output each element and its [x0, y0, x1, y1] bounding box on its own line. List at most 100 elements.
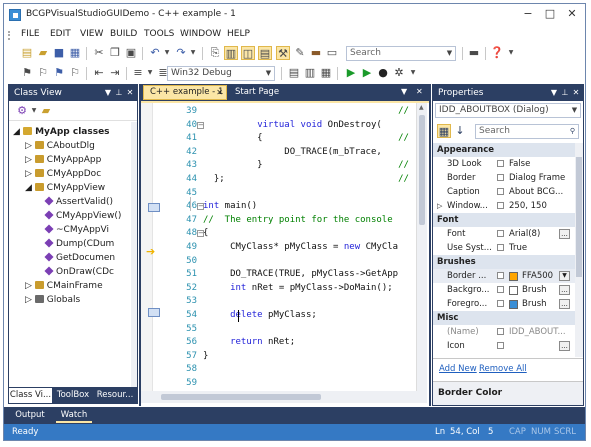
toolbox-case-icon[interactable]: ▬ — [309, 46, 323, 60]
redo-dropdown-icon[interactable]: ▼ — [186, 46, 200, 60]
tree-item[interactable]: AssertValid() — [44, 196, 113, 209]
tab-toolbox[interactable]: ToolBox — [54, 388, 92, 403]
scrollbar-thumb[interactable] — [576, 157, 582, 277]
remove-all-link[interactable]: Remove All — [479, 364, 527, 374]
property-row[interactable]: Border Dialog Frame — [433, 171, 581, 185]
bookmark-clear-icon[interactable]: ⚐ — [68, 66, 82, 80]
menu-help[interactable]: HELP — [227, 29, 250, 39]
build-config-combo[interactable]: Win32 Debug ▼ — [167, 66, 275, 81]
tab-cpp-example[interactable]: C++ example - 1 ✕ — [143, 85, 227, 100]
tab-output[interactable]: Output — [12, 408, 48, 423]
pin-icon[interactable]: ⊥ — [114, 85, 124, 101]
tree-item[interactable]: GetDocumen — [44, 252, 115, 265]
ellipsis-button[interactable]: ... — [559, 299, 570, 309]
tree-item[interactable]: ▷ CMainFrame — [25, 280, 103, 293]
copy-icon[interactable]: ❐ — [108, 46, 122, 60]
bookmark-next-icon[interactable]: ⚑ — [52, 66, 66, 80]
property-search-input[interactable]: Search ⚲ — [475, 124, 579, 139]
cut-icon[interactable]: ✂ — [92, 46, 106, 60]
class-view-icon[interactable]: ◫ — [241, 46, 255, 60]
property-row[interactable]: Use Syst... True — [433, 241, 581, 255]
compile-icon[interactable]: ▤ — [287, 66, 301, 80]
search-combo[interactable]: Search ▼ — [346, 46, 456, 61]
ellipsis-button[interactable]: ... — [559, 285, 570, 295]
minimize-button[interactable]: − — [518, 6, 538, 22]
category-brushes[interactable]: Brushes — [433, 255, 581, 269]
close-icon[interactable]: ✕ — [216, 86, 223, 99]
tab-start-page[interactable]: Start Page — [231, 85, 293, 100]
menu-edit[interactable]: EDIT — [50, 29, 71, 39]
rebuild-icon[interactable]: ▦ — [319, 66, 333, 80]
debug-icon[interactable]: ✲ — [392, 66, 406, 80]
menu-tools[interactable]: TOOLS — [144, 29, 174, 39]
close-icon[interactable]: ✕ — [125, 85, 135, 101]
tree-item[interactable]: Dump(CDum — [44, 238, 114, 251]
scrollbar-thumb[interactable] — [161, 394, 321, 400]
save-icon[interactable]: ■ — [52, 46, 66, 60]
alphabetical-icon[interactable]: ↓ — [453, 124, 467, 138]
property-row[interactable]: Backgro... Brush ... — [433, 283, 581, 297]
toolbox-icon[interactable]: ⚒ — [276, 46, 290, 60]
paste-icon[interactable]: ▣ — [124, 46, 138, 60]
scrollbar-thumb[interactable] — [419, 115, 425, 225]
vertical-scrollbar[interactable]: ▲ — [416, 103, 427, 391]
new-project-icon[interactable]: ▤ — [20, 46, 34, 60]
category-font[interactable]: Font — [433, 213, 581, 227]
stop-icon[interactable]: ● — [376, 66, 390, 80]
category-appearance[interactable]: Appearance — [433, 143, 581, 157]
tree-item[interactable]: ~CMyAppVi — [44, 224, 109, 237]
vertical-scrollbar[interactable] — [131, 122, 137, 387]
comment-dropdown-icon[interactable]: ▼ — [143, 66, 157, 80]
menu-window[interactable]: WINDOW — [180, 29, 221, 39]
debug-dropdown-icon[interactable]: ▼ — [406, 66, 420, 80]
property-row[interactable]: Foregro... Brush ... — [433, 297, 581, 311]
open-icon[interactable]: ▰ — [36, 46, 50, 60]
chevron-down-icon[interactable]: ▼ — [549, 85, 559, 101]
undo-dropdown-icon[interactable]: ▼ — [160, 46, 174, 60]
menu-build[interactable]: BUILD — [110, 29, 137, 39]
indent-icon[interactable]: ⇥ — [108, 66, 122, 80]
property-row[interactable]: 3D Look False — [433, 157, 581, 171]
expand-icon[interactable]: ▷ — [437, 199, 442, 213]
tab-watch[interactable]: Watch — [56, 408, 92, 423]
pin-icon[interactable]: ⊥ — [560, 85, 570, 101]
chevron-down-icon[interactable]: ▼ — [103, 85, 113, 101]
bookmark-prev-icon[interactable]: ⚐ — [36, 66, 50, 80]
bookmark-toggle-icon[interactable]: ⚑ — [20, 66, 34, 80]
save-all-icon[interactable]: ▦ — [68, 46, 82, 60]
chevron-down-icon[interactable]: ▼ — [559, 271, 570, 281]
tree-item[interactable]: ◢ MyApp classes — [13, 126, 110, 139]
chevron-down-icon[interactable]: ▼ — [401, 84, 407, 100]
new-folder-icon[interactable]: ▰ — [39, 104, 53, 118]
fold-toggle-icon[interactable]: − — [197, 230, 204, 238]
tree-item[interactable]: ▷ Globals — [25, 294, 80, 307]
ellipsis-button[interactable]: ... — [559, 229, 570, 239]
solution-explorer-icon[interactable]: ▥ — [224, 46, 238, 60]
add-new-link[interactable]: Add New — [439, 364, 477, 374]
run-icon[interactable]: ▶ — [360, 66, 374, 80]
tree-item[interactable]: ▷ CMyAppApp — [25, 154, 101, 167]
maximize-button[interactable]: □ — [540, 6, 560, 22]
build-icon[interactable]: ▥ — [303, 66, 317, 80]
property-row[interactable]: Caption About BCG... — [433, 185, 581, 199]
tools-icon[interactable]: ✎ — [293, 46, 307, 60]
close-button[interactable]: ✕ — [562, 6, 582, 22]
code-editor[interactable]: ➔ 39 // de 40 virtual void OnDestroy(41 {… — [141, 101, 429, 406]
start-icon[interactable]: ▶ — [344, 66, 358, 80]
fold-toggle-icon[interactable]: − — [197, 203, 204, 211]
tab-resource-view[interactable]: Resour... — [94, 388, 136, 403]
print-icon[interactable]: ▬ — [467, 46, 481, 60]
help-icon[interactable]: ❓ — [490, 46, 504, 60]
tree-item[interactable]: ▷ CAboutDlg — [25, 140, 95, 153]
object-combo[interactable]: IDD_ABOUTBOX (Dialog) ▼ — [435, 103, 581, 118]
tree-item[interactable]: OnDraw(CDc — [44, 266, 114, 279]
close-icon[interactable]: ✕ — [416, 84, 423, 100]
output-icon[interactable]: ▭ — [325, 46, 339, 60]
tree-item[interactable]: CMyAppView() — [44, 210, 121, 223]
close-icon[interactable]: ✕ — [571, 85, 581, 101]
property-row[interactable]: Icon ... — [433, 339, 581, 353]
category-misc[interactable]: Misc — [433, 311, 581, 325]
vertical-scrollbar[interactable] — [575, 143, 583, 357]
categorized-icon[interactable]: ▦ — [437, 124, 451, 138]
tab-class-view[interactable]: Class Vi... — [9, 388, 52, 403]
